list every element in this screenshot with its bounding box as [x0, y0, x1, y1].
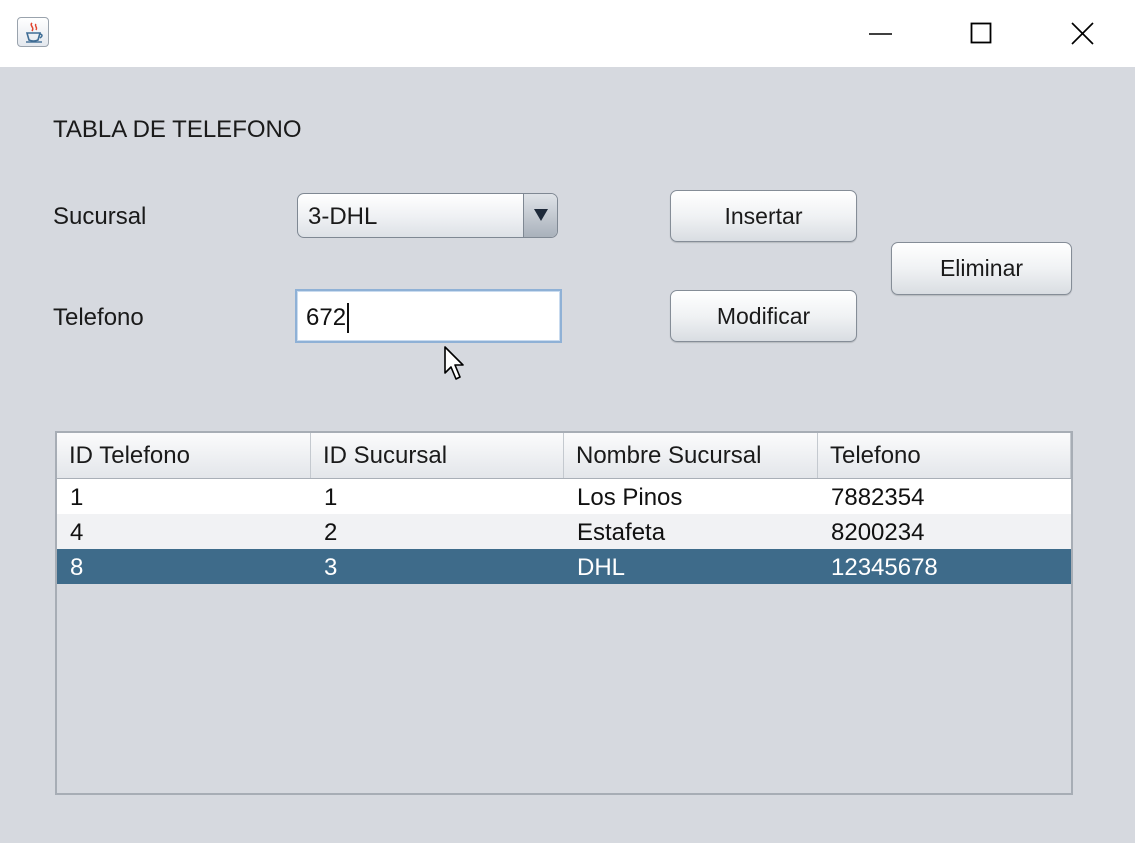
- form-title: TABLA DE TELEFONO: [53, 116, 302, 143]
- table-cell: 1: [324, 484, 338, 511]
- maximize-button[interactable]: [932, 0, 1032, 67]
- maximize-icon: [970, 22, 992, 44]
- table-cell: 1: [70, 484, 84, 511]
- table-cell: Estafeta: [577, 519, 666, 546]
- column-header-id-sucursal[interactable]: ID Sucursal: [311, 433, 564, 478]
- table-row[interactable]: 1 1 Los Pinos 7882354: [57, 479, 1071, 514]
- insertar-button[interactable]: Insertar: [670, 190, 857, 242]
- text-caret: [347, 303, 349, 333]
- title-bar: [0, 0, 1135, 67]
- modificar-button[interactable]: Modificar: [670, 290, 857, 342]
- table-row[interactable]: 8 3 DHL 12345678: [57, 549, 1071, 584]
- minimize-button[interactable]: [831, 0, 931, 67]
- table-cell: Los Pinos: [577, 484, 683, 511]
- mouse-pointer-icon: [444, 346, 464, 380]
- table-cell: 2: [324, 519, 338, 546]
- column-header-id-telefono[interactable]: ID Telefono: [57, 433, 311, 478]
- table-cell: 8: [70, 554, 84, 581]
- table-header: ID Telefono ID Sucursal Nombre Sucursal …: [57, 433, 1071, 479]
- eliminar-button[interactable]: Eliminar: [891, 242, 1072, 295]
- telefono-table[interactable]: ID Telefono ID Sucursal Nombre Sucursal …: [55, 431, 1073, 795]
- table-cell: DHL: [577, 554, 626, 581]
- table-cell: 7882354: [831, 484, 925, 511]
- table-cell: 8200234: [831, 519, 925, 546]
- minimize-icon: [869, 33, 892, 35]
- column-header-telefono[interactable]: Telefono: [818, 433, 1071, 478]
- table-cell: 3: [324, 554, 338, 581]
- sucursal-selected-value: 3-DHL: [308, 203, 378, 230]
- dropdown-arrow-icon: [534, 209, 548, 221]
- java-coffee-cup-icon[interactable]: [17, 17, 49, 47]
- column-header-nombre-sucursal[interactable]: Nombre Sucursal: [564, 433, 818, 478]
- telefono-input-value: 672: [306, 304, 347, 331]
- telefono-label: Telefono: [53, 304, 144, 331]
- sucursal-label: Sucursal: [53, 203, 147, 230]
- telefono-input[interactable]: 672: [295, 289, 562, 343]
- table-row[interactable]: 4 2 Estafeta 8200234: [57, 514, 1071, 549]
- close-button[interactable]: [1033, 0, 1133, 67]
- table-cell: 12345678: [831, 554, 938, 581]
- sucursal-dropdown[interactable]: 3-DHL: [297, 193, 558, 238]
- table-cell: 4: [70, 519, 84, 546]
- close-icon: [1071, 22, 1094, 45]
- app-window: TABLA DE TELEFONO Sucursal Telefono 3-DH…: [0, 0, 1135, 843]
- dropdown-arrow-button[interactable]: [523, 194, 557, 237]
